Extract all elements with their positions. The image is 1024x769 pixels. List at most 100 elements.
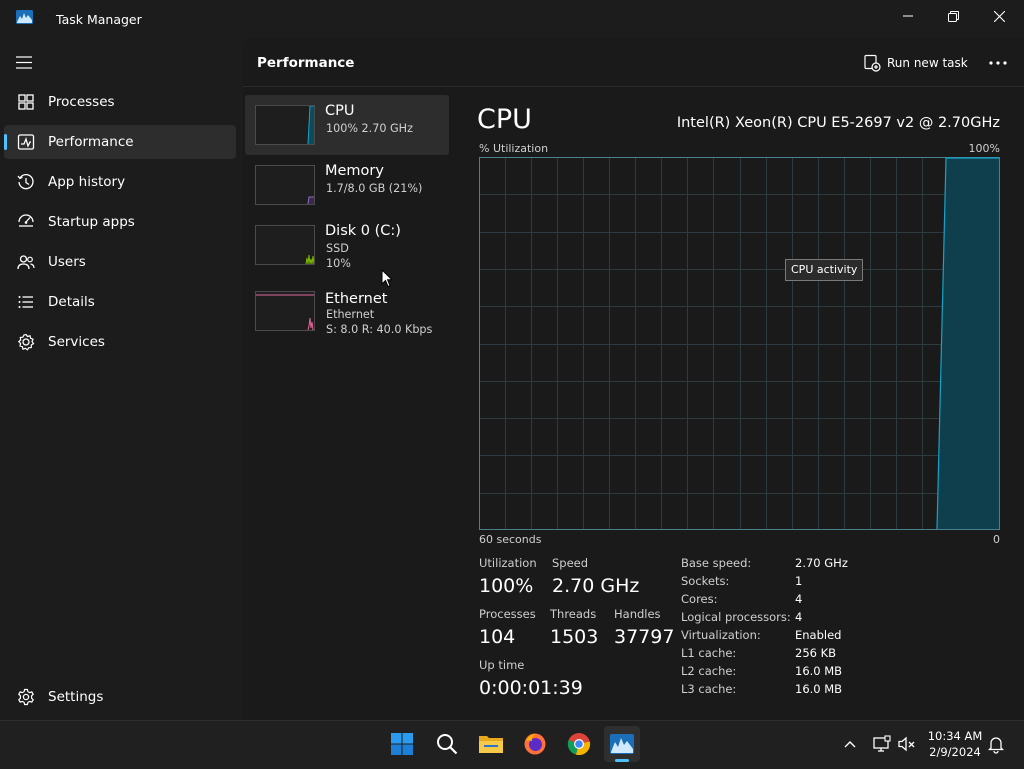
device-item-memory[interactable]: Memory 1.7/8.0 GB (21%) (245, 155, 449, 215)
show-hidden-icons-button[interactable] (840, 734, 860, 754)
close-icon (993, 10, 1005, 22)
uptime-value: 0:00:01:39 (479, 677, 583, 699)
sidebar-item-settings[interactable]: Settings (4, 680, 236, 714)
spec-label: L1 cache: (681, 646, 737, 660)
network-icon (873, 735, 891, 752)
notifications-button[interactable] (986, 734, 1006, 754)
device-item-disk[interactable]: Disk 0 (C:) SSD 10% (245, 215, 449, 275)
taskbar-active-indicator (615, 759, 629, 762)
cpu-title: CPU (477, 104, 532, 135)
cpu-activity-tooltip: CPU activity (785, 259, 864, 281)
sidebar-item-label: App history (48, 174, 126, 190)
spec-label: Logical processors: (681, 610, 791, 624)
hamburger-menu-icon[interactable] (16, 56, 34, 70)
spec-label: Virtualization: (681, 628, 761, 642)
device-subtitle: Ethernet (326, 308, 375, 321)
taskbar-file-explorer[interactable] (473, 726, 509, 762)
disk-thumbnail-graph (255, 225, 315, 265)
taskbar-search-button[interactable] (429, 726, 465, 762)
close-button[interactable] (976, 0, 1022, 32)
taskbar (0, 720, 1024, 769)
spec-value: 2.70 GHz (795, 556, 848, 570)
clock-time[interactable]: 10:34 AM (920, 729, 990, 743)
sidebar-item-label: Services (48, 334, 105, 350)
sidebar-item-details[interactable]: Details (4, 285, 236, 319)
speed-label: Speed (552, 556, 589, 570)
device-subtitle: 100% 2.70 GHz (326, 122, 413, 135)
cpu-model-name: Intel(R) Xeon(R) CPU E5-2697 v2 @ 2.70GH… (676, 115, 1000, 131)
spec-label: Sockets: (681, 574, 730, 588)
sidebar-item-app-history[interactable]: App history (4, 165, 236, 199)
restore-button[interactable] (930, 0, 976, 32)
sidebar-item-services[interactable]: Services (4, 325, 236, 359)
more-options-icon (989, 61, 1007, 65)
performance-icon (17, 134, 35, 150)
spec-label: Base speed: (681, 556, 752, 570)
threads-label: Threads (550, 607, 597, 621)
graph-x-right-label: 0 (993, 533, 1000, 546)
uptime-label: Up time (479, 658, 525, 672)
cpu-thumbnail-graph (255, 105, 315, 145)
services-icon (17, 333, 35, 351)
volume-button[interactable] (897, 734, 917, 754)
sidebar-item-startup-apps[interactable]: Startup apps (4, 205, 236, 239)
device-subtitle-2: 10% (326, 257, 351, 270)
spec-value: 256 KB (795, 646, 837, 660)
file-explorer-icon (479, 736, 503, 753)
sidebar-item-users[interactable]: Users (4, 245, 236, 279)
run-task-icon (864, 54, 881, 72)
graph-y-axis-label: % Utilization (479, 142, 549, 155)
task-manager-app-icon (16, 10, 33, 24)
processes-icon (18, 94, 34, 110)
device-item-cpu[interactable]: CPU 100% 2.70 GHz (245, 95, 449, 155)
sidebar-item-performance[interactable]: Performance (4, 125, 236, 159)
device-name: Disk 0 (C:) (325, 223, 401, 239)
window-title: Task Manager (56, 12, 142, 27)
title-bar (0, 0, 1024, 38)
ethernet-thumbnail-graph (255, 291, 315, 331)
processes-value: 104 (479, 626, 516, 648)
spec-value: 1 (795, 574, 803, 588)
more-options-button[interactable] (984, 49, 1012, 77)
sidebar-item-label: Processes (48, 94, 115, 110)
taskbar-firefox[interactable] (517, 726, 553, 762)
active-indicator (4, 134, 7, 150)
device-item-ethernet[interactable]: Ethernet Ethernet S: 8.0 R: 40.0 Kbps (245, 283, 449, 343)
run-new-task-label: Run new task (887, 56, 968, 70)
graph-y-max-label: 100% (968, 142, 1000, 155)
taskbar-task-manager[interactable] (604, 726, 640, 762)
spec-value: 4 (795, 610, 803, 624)
memory-thumbnail-graph (255, 165, 315, 205)
device-subtitle: 1.7/8.0 GB (21%) (326, 182, 423, 195)
windows-start-icon (391, 733, 413, 755)
run-new-task-button[interactable]: Run new task (860, 49, 968, 77)
minimize-button[interactable] (885, 0, 931, 32)
spec-value: 16.0 MB (795, 682, 843, 696)
network-status-button[interactable] (872, 734, 892, 754)
details-icon (18, 296, 33, 308)
taskbar-start-button[interactable] (384, 726, 420, 762)
settings-gear-icon (18, 688, 34, 706)
utilization-value: 100% (479, 575, 534, 597)
spec-value: 16.0 MB (795, 664, 843, 678)
startup-icon (18, 214, 34, 227)
device-name: Memory (325, 163, 384, 179)
history-icon (17, 174, 34, 190)
settings-label: Settings (48, 689, 104, 705)
utilization-label: Utilization (479, 556, 537, 570)
sidebar-item-processes[interactable]: Processes (4, 85, 236, 119)
speed-value: 2.70 GHz (552, 575, 640, 597)
device-subtitle-2: S: 8.0 R: 40.0 Kbps (326, 323, 433, 336)
search-icon (437, 734, 458, 755)
taskbar-chrome[interactable] (561, 726, 597, 762)
cpu-utilization-graph (479, 157, 1000, 530)
spec-label: Cores: (681, 592, 718, 606)
header-divider (243, 86, 1024, 87)
sidebar-item-label: Users (48, 254, 86, 270)
device-subtitle: SSD (326, 242, 349, 255)
spec-value: 4 (795, 592, 803, 606)
clock-date[interactable]: 2/9/2024 (920, 745, 990, 759)
volume-muted-icon (898, 736, 915, 752)
restore-icon (947, 10, 959, 22)
handles-value: 37797 (614, 626, 675, 648)
